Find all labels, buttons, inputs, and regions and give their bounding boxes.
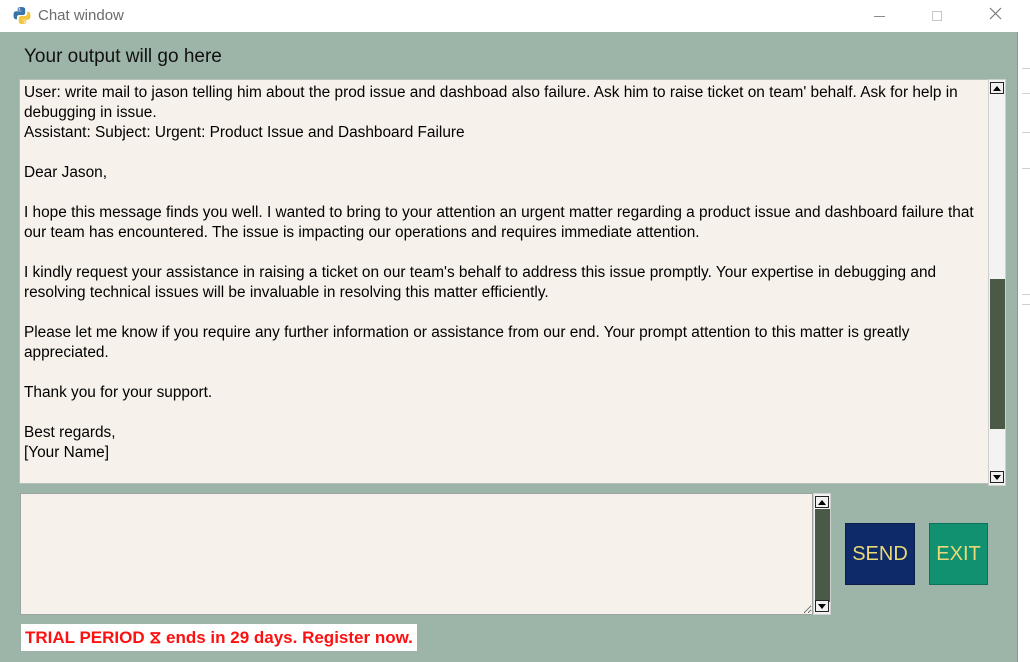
minimize-icon — [873, 15, 885, 17]
maximize-icon — [932, 11, 942, 21]
close-button[interactable] — [966, 0, 1024, 32]
scroll-thumb[interactable] — [815, 509, 830, 602]
arrow-up-icon — [818, 499, 826, 505]
window-title: Chat window — [38, 7, 124, 24]
divider — [1022, 304, 1030, 305]
background-window-edge — [1019, 0, 1030, 662]
output-label: Your output will go here — [24, 46, 222, 67]
arrow-down-icon — [818, 603, 826, 609]
trial-period-banner[interactable]: TRIAL PERIOD ⧖ ends in 29 days. Register… — [21, 624, 417, 651]
divider — [1022, 294, 1030, 295]
exit-button[interactable]: EXIT — [929, 523, 988, 585]
scroll-thumb[interactable] — [990, 279, 1005, 429]
divider — [1022, 93, 1030, 94]
python-icon — [13, 6, 31, 25]
output-scrollbar[interactable] — [988, 79, 1006, 486]
title-bar[interactable]: Chat window — [0, 0, 1018, 32]
maximize-button[interactable] — [908, 0, 966, 32]
message-input[interactable] — [20, 493, 813, 615]
input-scrollbar[interactable] — [813, 493, 831, 615]
close-icon — [989, 7, 1002, 25]
arrow-down-icon — [993, 474, 1001, 480]
divider — [1022, 168, 1030, 169]
scroll-down-button[interactable] — [990, 471, 1004, 483]
chat-window: Chat window Your output will go here Use… — [0, 0, 1018, 662]
scroll-down-button[interactable] — [815, 600, 829, 612]
send-button[interactable]: SEND — [845, 523, 915, 585]
divider — [1022, 68, 1030, 69]
scroll-up-button[interactable] — [990, 82, 1004, 94]
scroll-up-button[interactable] — [815, 496, 829, 508]
divider — [1022, 132, 1030, 133]
minimize-button[interactable] — [850, 0, 908, 32]
output-text-area[interactable]: User: write mail to jason telling him ab… — [19, 79, 989, 484]
arrow-up-icon — [993, 85, 1001, 91]
